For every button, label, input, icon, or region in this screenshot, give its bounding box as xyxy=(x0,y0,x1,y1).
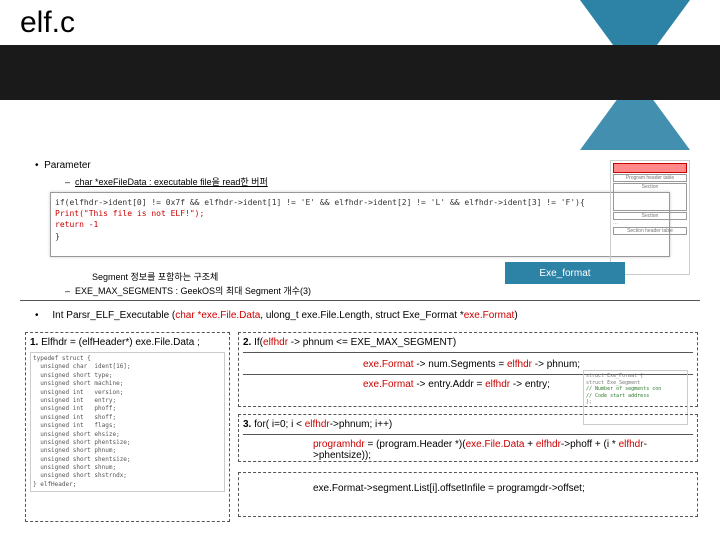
max-seg-text: EXE_MAX_SEGMENTS : GeekOS의 최대 Segment 개수… xyxy=(75,286,311,296)
param-line1: – char *exeFileData : executable file을 r… xyxy=(65,175,375,188)
s3l2g: elfhdr xyxy=(619,439,644,450)
t5: }; xyxy=(586,399,685,406)
func-arg1: char *exe.File.Data xyxy=(175,310,260,321)
step2-l1: 2. If(elfhdr -> phnum <= EXE_MAX_SEGMENT… xyxy=(243,337,693,348)
step3-l2: programhdr = (program.Header *)(exe.File… xyxy=(313,439,693,461)
max-seg-desc: – EXE_MAX_SEGMENTS : GeekOS의 최대 Segment … xyxy=(65,284,311,297)
slide: elf.c • Parameter – char *exeFileData : … xyxy=(0,0,720,540)
s3l1c: ->phnum; i++) xyxy=(330,419,393,430)
step1-num: 1. xyxy=(30,337,38,348)
s3l2e: elfhdr xyxy=(536,439,561,450)
parameter-block: • Parameter – char *exeFileData : execut… xyxy=(35,160,375,188)
s2l2b: -> num.Segments = xyxy=(414,359,507,370)
step2-num: 2. xyxy=(243,337,251,348)
step1-box: 1. Elfhdr = (elfHeader*) exe.File.Data ;… xyxy=(25,332,230,522)
s2l3a: exe.Format xyxy=(363,379,414,390)
s2l1c: -> phnum <= EXE_MAX_SEGMENT) xyxy=(288,337,456,348)
divider xyxy=(20,300,700,301)
page-title: elf.c xyxy=(20,6,75,40)
s3l1b: elfhdr xyxy=(305,419,330,430)
step3-box: 3. for( i=0; i < elfhdr->phnum; i++) pro… xyxy=(238,414,698,462)
func-arg2: exe.Format xyxy=(464,310,515,321)
stray-box: exe.Format->segment.List[i].offsetInfile… xyxy=(238,472,698,517)
d2 xyxy=(243,352,693,353)
sec-box: Section xyxy=(613,183,687,211)
step3-num: 3. xyxy=(243,419,251,430)
s2l2d: -> phnum; xyxy=(532,359,580,370)
code-snippet: if(elfhdr->ident[0] != 0x7f && elfhdr->i… xyxy=(50,192,670,257)
s3l1a: for( i=0; i < xyxy=(254,419,305,430)
code-l1: if(elfhdr->ident[0] != 0x7f && elfhdr->i… xyxy=(55,197,665,208)
s2l3b: -> entry.Addr = xyxy=(414,379,486,390)
elf-hdr-box xyxy=(613,163,687,173)
func-mid1: , ulong_t exe.File.Length, struct Exe_Fo… xyxy=(260,310,463,321)
s2l1b: elfhdr xyxy=(263,337,288,348)
sht-box: Section header table xyxy=(613,227,687,235)
s2l3c: elfhdr xyxy=(485,379,510,390)
function-signature: • Int Parsr_ELF_Executable (char *exe.Fi… xyxy=(35,310,518,321)
code-l4: } xyxy=(55,231,665,242)
exe-format-label: Exe_format xyxy=(505,262,625,284)
s2l2c: elfhdr xyxy=(507,359,532,370)
s2l2a: exe.Format xyxy=(363,359,414,370)
title-band xyxy=(0,45,720,100)
func-pre: Int Parsr_ELF_Executable ( xyxy=(52,310,175,321)
elf-diagram: Program header table Section Section ···… xyxy=(610,160,690,275)
step1-text: Elfhdr = (elfHeader*) exe.File.Data ; xyxy=(41,337,200,348)
elfheader-struct: typedef struct { unsigned char ident[16]… xyxy=(30,352,225,492)
param-heading: • Parameter xyxy=(35,160,375,171)
str-a: exe.Format xyxy=(313,483,364,494)
s3l2d: + xyxy=(525,439,536,450)
s3l2c: exe.File.Data xyxy=(466,439,525,450)
pht-box: Program header table xyxy=(613,174,687,182)
func-post: ) xyxy=(514,310,517,321)
s2l3d: -> entry; xyxy=(510,379,550,390)
s3l2f: ->phoff + (i * xyxy=(561,439,619,450)
sec-box2: Section xyxy=(613,212,687,220)
param-line1-text: char *exeFileData : executable file을 rea… xyxy=(75,177,268,187)
code-l2: Print("This file is not ELF!"); xyxy=(55,208,665,219)
step3-l1: 3. for( i=0; i < elfhdr->phnum; i++) xyxy=(243,419,693,430)
param-heading-text: Parameter xyxy=(44,160,91,171)
str-b: ->segment.List[i].offsetInfile = xyxy=(364,483,497,494)
str-c: programgdr xyxy=(497,483,549,494)
s2l1a: If( xyxy=(254,337,263,348)
str-d: ->offset; xyxy=(549,483,585,494)
code-l3: return -1 xyxy=(55,219,665,230)
d4 xyxy=(243,434,693,435)
s3l2a: programhdr xyxy=(313,439,365,450)
step1-header: 1. Elfhdr = (elfHeader*) exe.File.Data ; xyxy=(30,337,225,348)
s3l2b: = (program.Header *)( xyxy=(365,439,466,450)
step2-l2: exe.Format -> num.Segments = elfhdr -> p… xyxy=(363,359,693,370)
segment-desc: Segment 정보를 포함하는 구조체 xyxy=(92,270,218,283)
stray-line: exe.Format->segment.List[i].offsetInfile… xyxy=(313,483,693,494)
